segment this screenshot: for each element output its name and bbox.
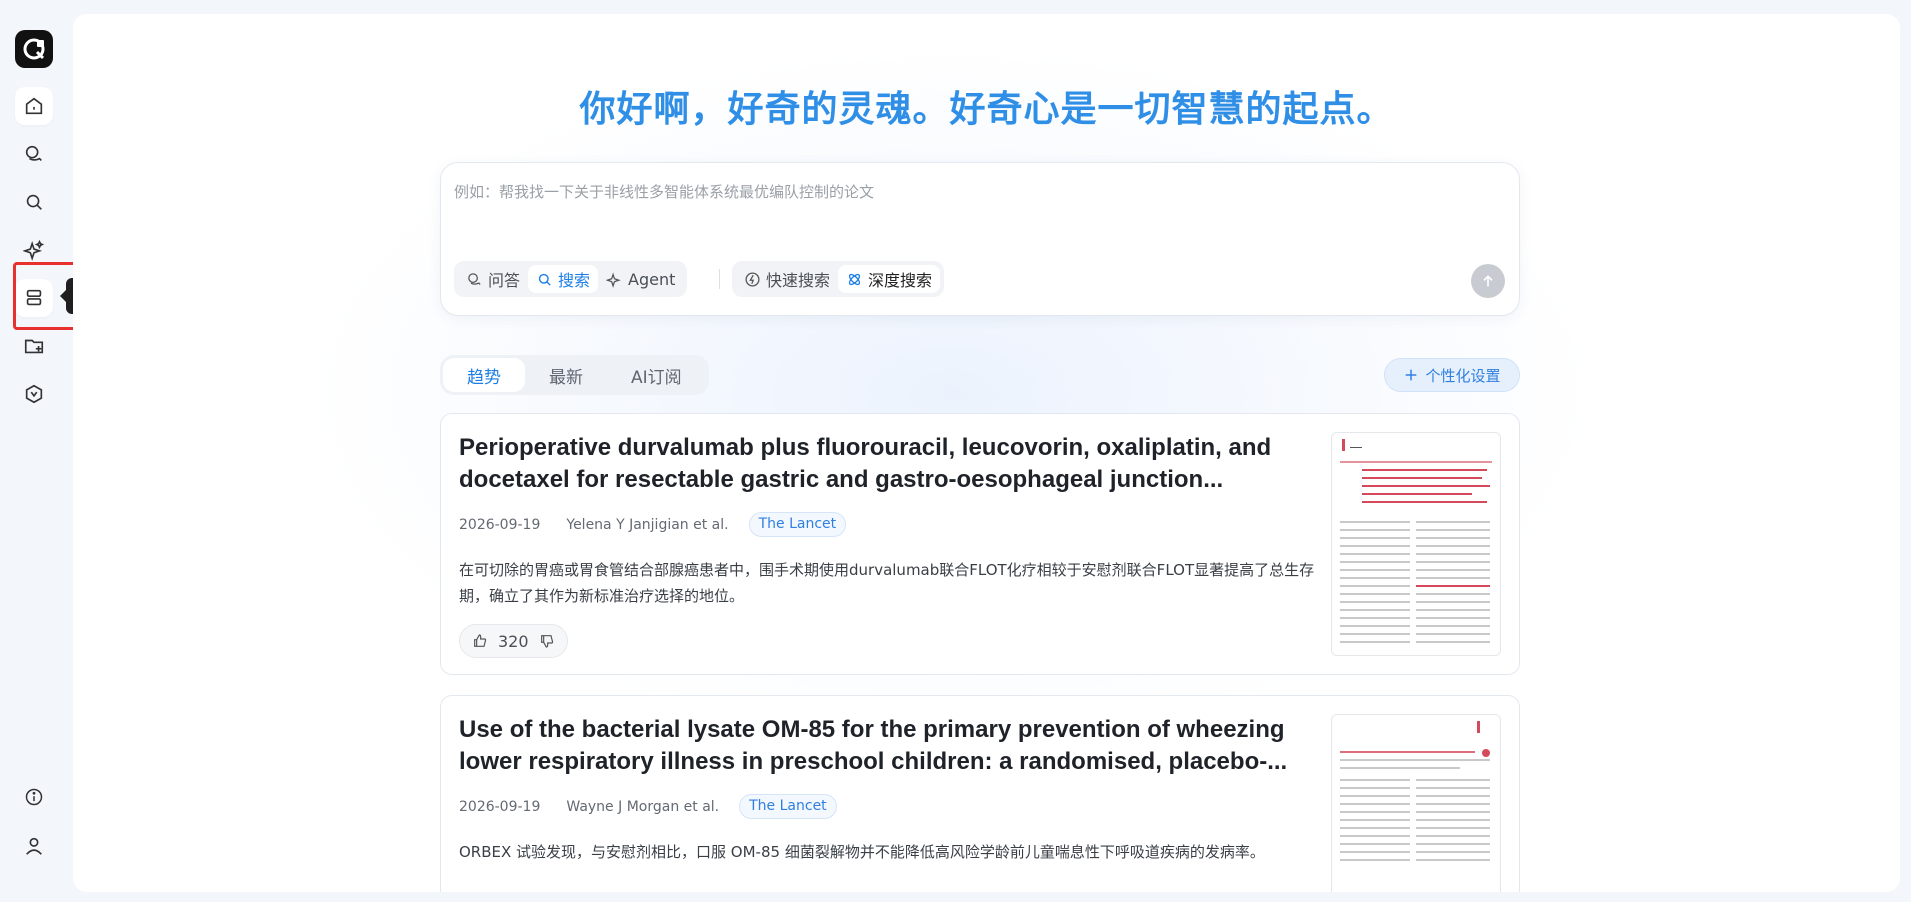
tab-latest[interactable]: 最新 (525, 358, 607, 392)
hero-greeting: 你好啊，好奇的灵魂。好奇心是一切智慧的起点。 (579, 89, 1394, 130)
depth-group: 快速搜索 深度搜索 (732, 261, 945, 297)
feed-tabs: 趋势 最新 AI订阅 (440, 355, 709, 395)
personalize-button[interactable]: 个性化设置 (1384, 358, 1520, 392)
sidebar: 知识库 (0, 0, 155, 902)
chat-icon (468, 272, 481, 285)
nav-ai[interactable] (15, 231, 53, 269)
venue-badge[interactable]: The Lancet (748, 512, 847, 537)
nav-home[interactable] (15, 87, 53, 125)
folder-add-icon (24, 339, 44, 354)
mode-qa[interactable]: 问答 (458, 265, 528, 293)
user-button[interactable] (15, 827, 53, 865)
nav-chat[interactable] (15, 135, 53, 173)
user-icon (26, 837, 42, 855)
info-icon (25, 788, 43, 806)
paper-meta: 2026-09-19 Wayne J Morgan et al. The Lan… (459, 794, 837, 819)
nav-folder-add[interactable] (15, 327, 53, 365)
app-logo[interactable] (15, 30, 53, 68)
personalize-label: 个性化设置 (1425, 366, 1501, 385)
thumbs-down-icon[interactable] (539, 633, 555, 649)
paper-authors: Yelena Y Janjigian et al. (566, 516, 729, 533)
depth-quick-label: 快速搜索 (766, 271, 831, 290)
search-box: 问答 搜索 Agent 快速搜索 深度搜索 (440, 162, 1520, 316)
paper-date: 2026-09-19 (459, 798, 541, 815)
logo-icon (23, 38, 45, 60)
paper-summary: 在可切除的胃癌或胃食管结合部腺癌患者中，围手术期使用durvalumab联合FL… (459, 561, 1315, 605)
vote-control: 320 (459, 624, 568, 658)
mode-qa-label: 问答 (488, 271, 521, 290)
database-icon (26, 289, 42, 306)
mode-divider (719, 269, 720, 289)
nav-search[interactable] (15, 183, 53, 221)
mode-search[interactable]: 搜索 (528, 265, 599, 293)
paper-summary: ORBEX 试验发现，与安慰剂相比，口服 OM-85 细菌裂解物并不能降低高风险… (459, 843, 1265, 861)
depth-deep[interactable]: 深度搜索 (838, 265, 941, 293)
tab-trending[interactable]: 趋势 (443, 358, 525, 392)
plus-icon (1406, 369, 1417, 381)
like-count: 320 (498, 631, 529, 651)
paper-card[interactable]: Perioperative durvalumab plus fluorourac… (440, 413, 1520, 675)
paper-meta: 2026-09-19 Yelena Y Janjigian et al. The… (459, 512, 847, 537)
home-icon (25, 97, 43, 115)
nav-knowledge-base[interactable] (15, 279, 53, 317)
sparkle-icon (606, 272, 621, 288)
mode-agent-label: Agent (628, 269, 676, 289)
info-button[interactable] (15, 778, 53, 816)
mode-search-label: 搜索 (558, 271, 591, 290)
paper-thumbnail[interactable] (1331, 432, 1501, 656)
main-panel: 你好啊，好奇的灵魂。好奇心是一切智慧的起点。 问答 搜索 Agent 快速搜索 (73, 14, 1900, 892)
arrow-up-icon (1483, 275, 1493, 287)
search-input[interactable] (454, 183, 1354, 201)
sparkle-icon (23, 239, 45, 261)
paper-title[interactable]: Use of the bacterial lysate OM-85 for th… (459, 714, 1309, 778)
nav-hexagon[interactable] (15, 375, 53, 413)
search-icon (26, 194, 42, 210)
paper-card[interactable]: Use of the bacterial lysate OM-85 for th… (440, 695, 1520, 892)
mode-group: 问答 搜索 Agent (454, 261, 688, 297)
depth-deep-label: 深度搜索 (868, 271, 933, 290)
paper-title[interactable]: Perioperative durvalumab plus fluorourac… (459, 432, 1309, 496)
chat-icon (25, 145, 42, 162)
paper-date: 2026-09-19 (459, 516, 541, 533)
venue-badge[interactable]: The Lancet (739, 794, 837, 819)
atom-icon (848, 273, 861, 285)
thumbs-up-icon[interactable] (472, 633, 488, 649)
hexagon-icon (25, 384, 43, 404)
paper-thumbnail[interactable] (1331, 714, 1501, 892)
bolt-icon (745, 271, 760, 287)
tab-ai-subscription[interactable]: AI订阅 (607, 358, 706, 392)
depth-quick[interactable]: 快速搜索 (736, 265, 838, 293)
mode-agent[interactable]: Agent (598, 265, 683, 293)
search-icon (538, 273, 551, 286)
send-button[interactable] (1471, 264, 1505, 298)
paper-authors: Wayne J Morgan et al. (566, 798, 720, 815)
